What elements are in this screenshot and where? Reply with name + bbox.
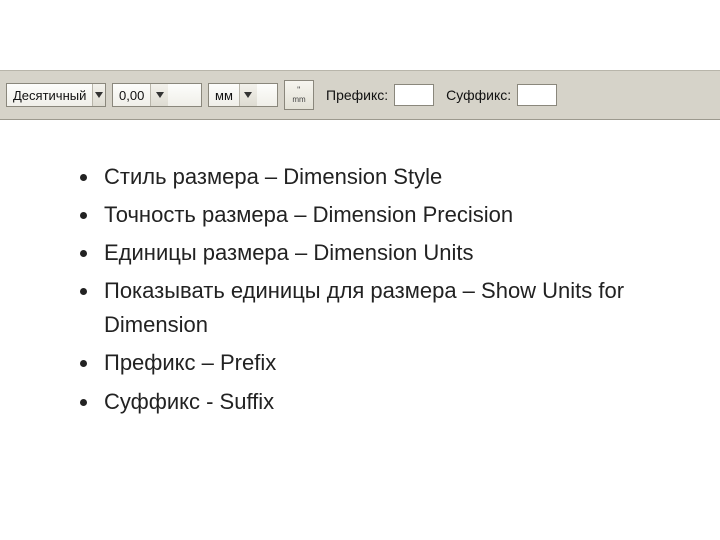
explanation-list: Стиль размера – Dimension Style Точность…	[0, 120, 720, 419]
prefix-label: Префикс:	[326, 87, 388, 103]
chevron-down-icon	[239, 84, 257, 106]
dimension-style-value: Десятичный	[13, 88, 92, 103]
list-item: Единицы размера – Dimension Units	[100, 236, 720, 270]
dimension-precision-value: 0,00	[119, 88, 150, 103]
show-units-for-dimension-button[interactable]: " mm	[284, 80, 314, 110]
list-item: Стиль размера – Dimension Style	[100, 160, 720, 194]
list-item: Префикс – Prefix	[100, 346, 720, 380]
show-units-icon-top: "	[297, 86, 301, 95]
list-item: Точность размера – Dimension Precision	[100, 198, 720, 232]
list-item: Показывать единицы для размера – Show Un…	[100, 274, 720, 342]
dimension-style-dropdown[interactable]: Десятичный	[6, 83, 106, 107]
suffix-label: Суффикс:	[446, 87, 511, 103]
chevron-down-icon	[92, 84, 105, 106]
chevron-down-icon	[150, 84, 168, 106]
show-units-icon-bottom: mm	[292, 95, 305, 104]
dimension-precision-dropdown[interactable]: 0,00	[112, 83, 202, 107]
dimension-toolbar: Десятичный 0,00 мм " mm Префикс: Суффикс…	[0, 70, 720, 120]
prefix-input[interactable]	[394, 84, 434, 106]
dimension-units-dropdown[interactable]: мм	[208, 83, 278, 107]
empty-header-area	[0, 0, 720, 70]
dimension-units-value: мм	[215, 88, 239, 103]
list-item: Суффикс - Suffix	[100, 385, 720, 419]
suffix-input[interactable]	[517, 84, 557, 106]
